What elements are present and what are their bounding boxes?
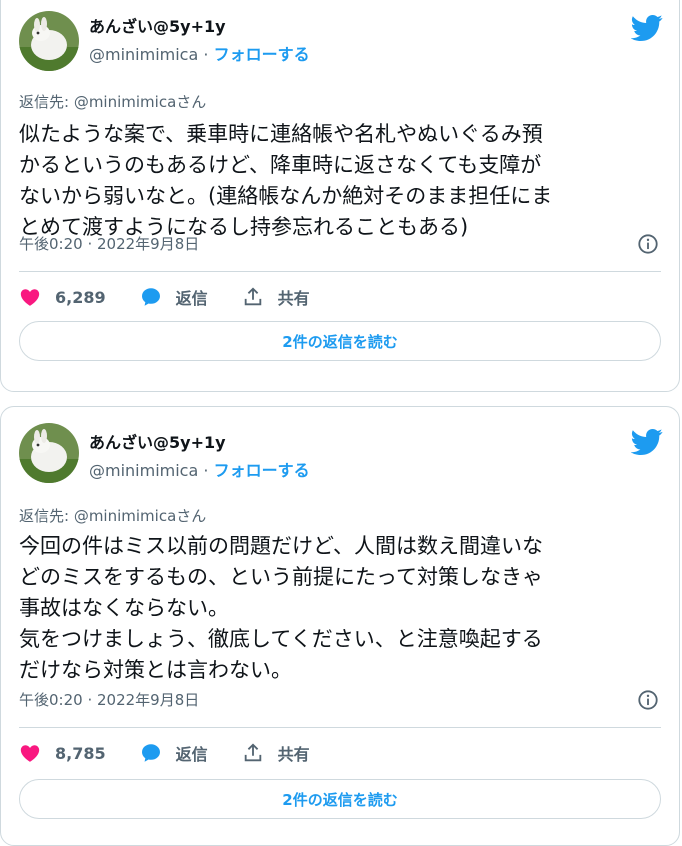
avatar[interactable] xyxy=(19,11,79,71)
info-icon[interactable] xyxy=(637,689,659,711)
action-bar: 8,785 返信 共有 xyxy=(19,739,344,767)
tweet-body: 今回の件はミス以前の問題だけど、人間は数え間違いな どのミスをするもの、という前… xyxy=(19,534,543,682)
reply-to-label: 返信先: @minimimicaさん xyxy=(19,507,207,525)
share-label: 共有 xyxy=(277,289,310,308)
twitter-bird-icon[interactable] xyxy=(631,11,663,43)
tweet-card-1: あんざい@5y+1y @minimimica · フォローする 返信先: @mi… xyxy=(0,0,680,392)
follow-button[interactable]: フォローする xyxy=(214,45,310,64)
share-upload-icon xyxy=(244,287,261,306)
reply-button[interactable]: 返信 xyxy=(140,285,208,309)
follow-button[interactable]: フォローする xyxy=(214,461,310,480)
reply-to-label: 返信先: @minimimicaさん xyxy=(19,93,207,111)
reply-bubble-icon xyxy=(141,288,160,306)
read-replies-button[interactable]: 2件の返信を読む xyxy=(19,321,661,361)
reply-button[interactable]: 返信 xyxy=(140,741,208,765)
handle-line: @minimimica · フォローする xyxy=(89,457,310,481)
like-count: 8,785 xyxy=(55,743,106,763)
tweet-text: 今回の件はミス以前の問題だけど、人間は数え間違いな どのミスをするもの、という前… xyxy=(19,531,669,686)
reply-label: 返信 xyxy=(175,745,208,764)
twitter-bird-icon[interactable] xyxy=(631,425,663,457)
share-button[interactable]: 共有 xyxy=(242,741,310,765)
like-button[interactable]: 8,785 xyxy=(19,742,106,764)
divider xyxy=(19,727,661,728)
divider xyxy=(19,271,661,272)
reply-bubble-icon xyxy=(141,744,160,762)
timestamp[interactable]: 午後0:20 · 2022年9月8日 xyxy=(19,689,199,710)
heart-icon xyxy=(20,745,40,762)
separator: · xyxy=(203,461,209,480)
timestamp[interactable]: 午後0:20 · 2022年9月8日 xyxy=(19,233,199,254)
read-replies-button[interactable]: 2件の返信を読む xyxy=(19,779,661,819)
tweet-body: 似たような案で、乗車時に連絡帳や名札やぬいぐるみ預 かるというのもあるけど、降車… xyxy=(19,122,553,239)
info-icon[interactable] xyxy=(637,233,659,255)
like-button[interactable]: 6,289 xyxy=(19,286,106,308)
share-button[interactable]: 共有 xyxy=(242,285,310,309)
user-handle[interactable]: @minimimica xyxy=(89,45,198,64)
user-handle[interactable]: @minimimica xyxy=(89,461,198,480)
reply-label: 返信 xyxy=(175,289,208,308)
action-bar: 6,289 返信 共有 xyxy=(19,283,344,311)
share-upload-icon xyxy=(244,743,261,762)
avatar[interactable] xyxy=(19,423,79,483)
tweet-card-2: あんざい@5y+1y @minimimica · フォローする 返信先: @mi… xyxy=(0,406,680,846)
handle-line: @minimimica · フォローする xyxy=(89,41,310,65)
heart-icon xyxy=(20,289,40,306)
share-label: 共有 xyxy=(277,745,310,764)
like-count: 6,289 xyxy=(55,287,106,307)
display-name[interactable]: あんざい@5y+1y xyxy=(89,13,226,37)
separator: · xyxy=(203,45,209,64)
tweet-text: 似たような案で、乗車時に連絡帳や名札やぬいぐるみ預 かるというのもあるけど、降車… xyxy=(19,119,669,243)
display-name[interactable]: あんざい@5y+1y xyxy=(89,429,226,453)
